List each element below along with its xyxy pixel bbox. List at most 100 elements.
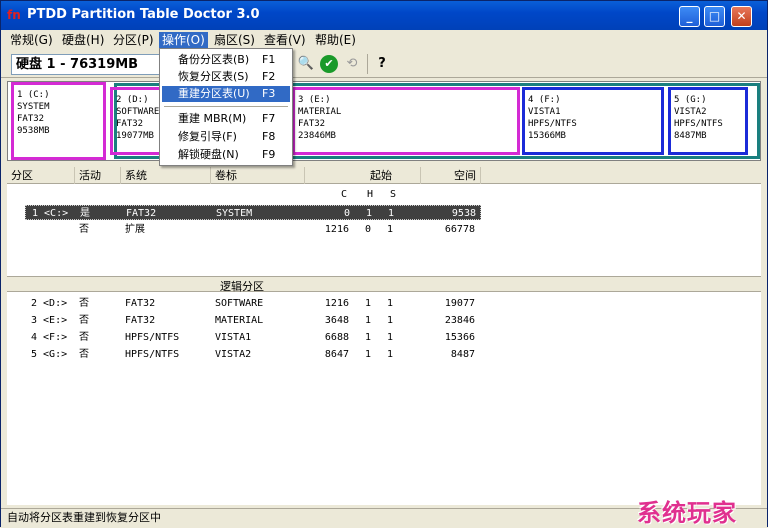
- table-row[interactable]: 否 扩展 1216 0 1 66778: [25, 222, 481, 237]
- cell-system: HPFS/NTFS: [125, 332, 180, 343]
- menu-item-shortcut: F3: [262, 87, 276, 100]
- cell-space: 19077: [444, 298, 475, 309]
- cell-active: 否: [79, 315, 89, 326]
- menu-bar: 常规(G) 硬盘(H) 分区(P) 操作(O) 扇区(S) 查看(V) 帮助(E…: [1, 30, 767, 50]
- cell-active: 否: [79, 349, 89, 360]
- cell-h: 1: [364, 315, 371, 326]
- menu-item-shortcut: F2: [262, 70, 276, 83]
- window-title: PTDD Partition Table Doctor 3.0: [27, 7, 260, 22]
- search-icon[interactable]: 🔍: [297, 55, 315, 73]
- cell-space: 66778: [444, 224, 475, 235]
- cell-c: 0: [343, 208, 350, 219]
- title-bar[interactable]: fn PTDD Partition Table Doctor 3.0 _ □ ✕: [1, 1, 767, 30]
- menu-item-shortcut: F8: [262, 130, 276, 143]
- toolbar-separator: [367, 54, 368, 74]
- menu-item-shortcut: F7: [262, 112, 276, 125]
- menu-item-backup-partition-table[interactable]: 备份分区表(B) F1: [162, 52, 290, 68]
- cell-c: 6688: [324, 332, 349, 343]
- cell-system: 扩展: [125, 224, 145, 235]
- table-row[interactable]: 5 <G:> 否 HPFS/NTFS VISTA2 8647 1 1 8487: [25, 347, 481, 362]
- menu-partition[interactable]: 分区(P): [110, 32, 157, 48]
- cell-h: 1: [364, 332, 371, 343]
- cell-space: 15366: [444, 332, 475, 343]
- chs-h-header: H: [367, 189, 374, 200]
- partition-table-header: 分区 活动 系统 卷标 起始 空间 (MB): [7, 167, 761, 199]
- menu-item-restore-partition-table[interactable]: 恢复分区表(S) F2: [162, 69, 290, 85]
- cell-s: 1: [386, 315, 393, 326]
- col-system[interactable]: 系统: [121, 167, 211, 184]
- chs-s-header: S: [390, 189, 397, 200]
- cell-label: SOFTWARE: [215, 298, 264, 309]
- cell-s: 1: [386, 349, 393, 360]
- menu-item-rebuild-partition-table[interactable]: 重建分区表(U) F3: [162, 86, 290, 102]
- col-active[interactable]: 活动: [75, 167, 121, 184]
- menu-item-label: 重建分区表(U): [178, 87, 250, 100]
- menu-help[interactable]: 帮助(E): [312, 32, 359, 48]
- cell-partition: 2 <D:>: [31, 298, 68, 309]
- menu-disk[interactable]: 硬盘(H): [59, 32, 107, 48]
- col-space[interactable]: 空间 (MB): [421, 167, 481, 199]
- table-row[interactable]: 1 <C:> 是 FAT32 SYSTEM 0 1 1 9538: [25, 205, 481, 220]
- menu-general[interactable]: 常规(G): [7, 32, 56, 48]
- cell-partition: 3 <E:>: [31, 315, 68, 326]
- watermark-logo: 系统玩家: [637, 499, 737, 527]
- primary-partition-list: C H S 1 <C:> 是 FAT32 SYSTEM 0 1 1 9538 否…: [7, 184, 761, 276]
- cell-s: 1: [386, 224, 393, 235]
- toolbar: 硬盘 1 - 76319MB 🔍 ✔ ⟲ ?: [1, 50, 767, 78]
- cell-system: FAT32: [125, 315, 156, 326]
- menu-view[interactable]: 查看(V): [261, 32, 309, 48]
- cell-c: 8647: [324, 349, 349, 360]
- table-row[interactable]: 3 <E:> 否 FAT32 MATERIAL 3648 1 1 23846: [25, 313, 481, 328]
- cell-c: 3648: [324, 315, 349, 326]
- menu-operate[interactable]: 操作(O): [159, 32, 208, 48]
- menu-item-label: 修复引导(F): [178, 130, 237, 143]
- partition-block-c[interactable]: 1 (C:) SYSTEM FAT32 9538MB: [11, 82, 106, 160]
- col-start[interactable]: 起始: [305, 167, 421, 184]
- cell-h: 1: [365, 208, 372, 219]
- cell-h: 1: [364, 298, 371, 309]
- refresh-icon[interactable]: ⟲: [343, 55, 361, 73]
- menu-item-label: 备份分区表(B): [178, 53, 250, 66]
- cell-label: VISTA2: [215, 349, 252, 360]
- disk-selector[interactable]: 硬盘 1 - 76319MB: [11, 54, 167, 75]
- help-icon[interactable]: ?: [373, 55, 391, 73]
- menu-sector[interactable]: 扇区(S): [211, 32, 258, 48]
- cell-partition: 5 <G:>: [31, 349, 68, 360]
- cell-space: 23846: [444, 315, 475, 326]
- cell-s: 1: [387, 208, 394, 219]
- table-row[interactable]: 4 <F:> 否 HPFS/NTFS VISTA1 6688 1 1 15366: [25, 330, 481, 345]
- partition-block-f[interactable]: 4 (F:) VISTA1 HPFS/NTFS 15366MB: [522, 87, 664, 155]
- check-icon[interactable]: ✔: [320, 55, 338, 73]
- col-label[interactable]: 卷标: [211, 167, 305, 184]
- cell-active: 否: [79, 332, 89, 343]
- partition-block-e[interactable]: 3 (E:) MATERIAL FAT32 23846MB: [292, 87, 520, 155]
- cell-c: 1216: [324, 298, 349, 309]
- cell-label: [215, 222, 305, 237]
- logical-partition-header: 逻辑分区: [7, 276, 761, 293]
- cell-s: 1: [386, 298, 393, 309]
- cell-partition: 4 <F:>: [31, 332, 68, 343]
- menu-item-label: 重建 MBR(M): [178, 112, 247, 125]
- close-button[interactable]: ✕: [731, 6, 752, 27]
- cell-space: 9538: [451, 208, 476, 219]
- minimize-button[interactable]: _: [679, 6, 700, 27]
- cell-system: FAT32: [126, 208, 157, 219]
- menu-item-rebuild-mbr[interactable]: 重建 MBR(M) F7: [162, 111, 290, 127]
- cell-c: 1216: [324, 224, 349, 235]
- cell-h: 1: [364, 349, 371, 360]
- cell-h: 0: [364, 224, 371, 235]
- app-logo-icon: fn: [7, 8, 21, 22]
- maximize-button[interactable]: □: [704, 6, 725, 27]
- partition-block-g[interactable]: 5 (G:) VISTA2 HPFS/NTFS 8487MB: [668, 87, 748, 155]
- col-partition[interactable]: 分区: [7, 167, 75, 184]
- cell-label: SYSTEM: [216, 208, 253, 219]
- menu-item-shortcut: F1: [262, 53, 276, 66]
- menu-item-unlock-disk[interactable]: 解锁硬盘(N) F9: [162, 147, 290, 163]
- logical-partition-list: 2 <D:> 否 FAT32 SOFTWARE 1216 1 1 19077 3…: [7, 292, 761, 505]
- menu-separator: [164, 106, 288, 107]
- table-row[interactable]: 2 <D:> 否 FAT32 SOFTWARE 1216 1 1 19077: [25, 296, 481, 311]
- cell-system: FAT32: [125, 298, 156, 309]
- partition-map: 1 (C:) SYSTEM FAT32 9538MB 2 (D:) SOFTWA…: [7, 81, 761, 161]
- menu-item-repair-boot[interactable]: 修复引导(F) F8: [162, 129, 290, 145]
- cell-space: 8487: [450, 349, 475, 360]
